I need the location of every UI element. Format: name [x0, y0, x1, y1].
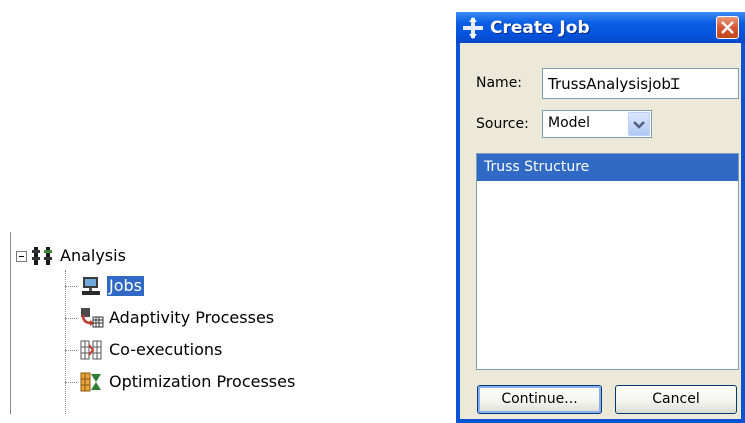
dialog-body: Name: TrussAnalysisjobꞮ Source: Model Tr… [460, 43, 741, 419]
tree-node-label: Optimization Processes [109, 372, 296, 391]
source-value: Model [548, 115, 591, 131]
tree-connector [65, 382, 77, 383]
close-button[interactable] [716, 16, 739, 39]
jobs-icon [80, 275, 102, 297]
dropdown-button[interactable] [628, 112, 650, 136]
tree-connector [65, 350, 77, 351]
adaptivity-icon [80, 307, 104, 329]
collapse-toggle[interactable] [16, 251, 27, 262]
tree-node-optimization-processes[interactable]: Optimization Processes [80, 371, 297, 393]
source-label: Source: [476, 116, 529, 132]
tree-left-border [10, 232, 11, 414]
chevron-down-icon [633, 121, 645, 129]
tree-node-analysis[interactable]: Analysis [31, 245, 128, 267]
tree-node-label: Analysis [60, 246, 126, 265]
tree-connector [65, 270, 66, 382]
tree-node-label: Co-executions [109, 340, 223, 359]
cancel-button[interactable]: Cancel [615, 385, 737, 414]
optimization-icon [80, 371, 102, 393]
source-select[interactable]: Model [542, 110, 652, 138]
co-execution-icon [80, 339, 102, 361]
tree-node-jobs[interactable]: Jobs [80, 275, 144, 297]
job-name-value: TrussAnalysisjob [548, 75, 671, 93]
close-icon [721, 21, 734, 34]
model-list[interactable]: Truss Structure [476, 153, 739, 370]
tree-connector [65, 286, 77, 287]
name-label: Name: [476, 75, 523, 91]
tree-node-label: Jobs [107, 276, 144, 296]
dialog-title: Create Job [490, 17, 590, 38]
analysis-icon [31, 245, 53, 267]
tree-node-adaptivity-processes[interactable]: Adaptivity Processes [80, 307, 276, 329]
list-item[interactable]: Truss Structure [477, 154, 738, 181]
job-name-input[interactable]: TrussAnalysisjobꞮ [542, 68, 739, 99]
tree-node-co-executions[interactable]: Co-executions [80, 339, 224, 361]
tree-node-label: Adaptivity Processes [109, 308, 275, 327]
move-icon [462, 16, 484, 39]
text-cursor-icon: Ɪ [670, 75, 680, 93]
create-job-dialog: Create Job Name: TrussAnalysisjobꞮ Sourc… [456, 12, 745, 423]
tree-connector [65, 318, 77, 319]
continue-button[interactable]: Continue... [477, 385, 602, 414]
dialog-titlebar[interactable]: Create Job [456, 12, 745, 43]
